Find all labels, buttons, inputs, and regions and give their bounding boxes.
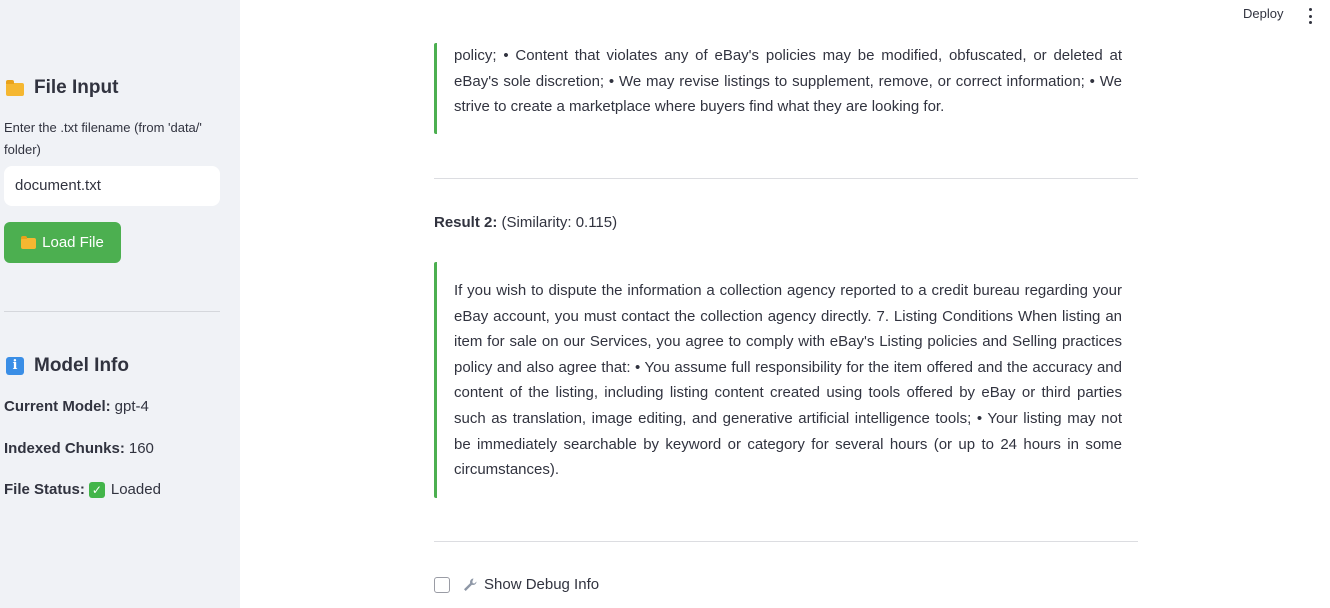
file-status-value: Loaded [110, 481, 161, 498]
load-file-button-label: Load File [42, 234, 104, 251]
sidebar: File Input Enter the .txt filename (from… [0, 0, 240, 608]
model-info-heading: i Model Info [6, 355, 129, 377]
file-status-label: File Status: [4, 481, 85, 498]
folder-icon [21, 236, 37, 249]
file-input-heading: File Input [6, 77, 118, 99]
result-2-quote: If you wish to dispute the information a… [434, 262, 1138, 498]
folder-icon [6, 80, 28, 96]
load-file-button[interactable]: Load File [4, 222, 121, 263]
indexed-chunks-row: Indexed Chunks: 160 [4, 440, 154, 457]
result-2-label: Result 2: [434, 214, 498, 231]
result-2-title: Result 2: (Similarity: 0.115) [434, 214, 617, 231]
result-2-similarity: (Similarity: 0.115) [501, 214, 618, 231]
result-1-text: policy; • Content that violates any of e… [454, 47, 1122, 116]
filename-input-label: Enter the .txt filename (from 'data/' fo… [4, 120, 202, 157]
file-status-row: File Status: ✓ Loaded [4, 481, 161, 498]
file-input-title: File Input [34, 77, 119, 98]
info-icon: i [6, 357, 28, 375]
kebab-menu-icon[interactable] [1307, 8, 1313, 24]
indexed-chunks-label: Indexed Chunks: [4, 440, 125, 457]
model-info-title: Model Info [34, 355, 129, 376]
filename-input[interactable]: document.txt [4, 166, 220, 206]
divider [434, 541, 1138, 542]
wrench-icon [464, 578, 477, 591]
app: File Input Enter the .txt filename (from… [0, 0, 1330, 608]
show-debug-info-checkbox[interactable]: Show Debug Info [434, 576, 599, 593]
checkbox[interactable] [434, 576, 450, 593]
result-2-text: If you wish to dispute the information a… [454, 282, 1122, 479]
divider [434, 178, 1138, 179]
current-model-row: Current Model: gpt-4 [4, 398, 149, 415]
show-debug-info-label: Show Debug Info [484, 576, 600, 593]
result-1-quote: policy; • Content that violates any of e… [434, 43, 1138, 134]
current-model-value: gpt-4 [114, 398, 149, 415]
check-icon: ✓ [88, 481, 105, 498]
current-model-label: Current Model: [4, 398, 111, 415]
sidebar-divider [4, 311, 220, 312]
deploy-button[interactable]: Deploy [1243, 6, 1283, 21]
indexed-chunks-value: 160 [128, 440, 154, 457]
